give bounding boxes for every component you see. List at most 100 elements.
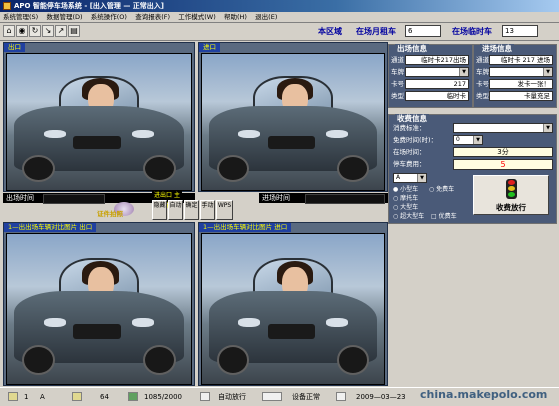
menu-data[interactable]: 数据管理(D) <box>43 12 85 23</box>
capture-label[interactable]: 证件拍照 <box>97 208 123 218</box>
entry-time-bar: 进场时间 <box>259 193 388 204</box>
car-photo <box>6 53 192 191</box>
toolbar: ⌂ ◉ ↻ ↘ ↗ ▤ 本区域 在场月租车 6 在场临时车 13 <box>0 23 559 41</box>
watermark: china.makepolo.com <box>420 388 548 401</box>
car-photo <box>201 233 385 385</box>
confirm-button[interactable]: 确定 <box>184 200 199 220</box>
fee-label: 停车费用： <box>393 160 426 168</box>
fee-standard-label: 消费标准： <box>393 124 426 132</box>
radio-dot-icon[interactable]: ○ <box>393 195 398 202</box>
exit-info-group: 出场信息 通道临时卡217出场 车牌 卡号217 类型临时卡 <box>388 44 473 108</box>
exit-time-value <box>43 194 105 204</box>
entry-info-title: 进场信息 <box>480 44 514 53</box>
status-slot: 1 <box>24 393 29 401</box>
status-bar: 1 A 64 1085/2000 自动放行 设备正常 2009—03—23 ch… <box>0 387 559 406</box>
enter-icon[interactable]: ↘ <box>42 25 54 37</box>
menu-reports[interactable]: 查询报表(F) <box>132 12 173 23</box>
camera-exit-top: 出口 <box>3 42 195 192</box>
vehicle-class-select[interactable]: A <box>393 173 427 183</box>
auto-button[interactable]: 自动 <box>168 200 183 220</box>
car-icon <box>128 392 138 401</box>
exit-plate-select[interactable] <box>405 67 469 77</box>
entry-time-value <box>305 194 385 204</box>
entry-info-group: 进场信息 通道临时卡 217 进场 车牌 卡号发卡一张！ 类型卡量充足 <box>473 44 557 108</box>
exit-channel-label: 通道 <box>391 56 404 64</box>
menu-system[interactable]: 系统管理(S) <box>0 12 41 23</box>
camera-entry-top: 进口 <box>198 42 388 192</box>
temp-label: 在场临时车 <box>452 27 492 36</box>
wps-button[interactable]: WPS <box>216 200 233 220</box>
release-button[interactable]: 收费放行 <box>473 175 549 215</box>
checkbox-discount[interactable]: 优费车 <box>439 213 457 220</box>
radio-dot-icon[interactable]: ○ <box>429 186 434 193</box>
camera-exit-bottom: 1—出出场车辆对比图片 出口 <box>3 222 195 386</box>
radio-motorcycle[interactable]: 摩托车 <box>400 195 418 202</box>
radio-dot-icon[interactable]: ● <box>393 186 398 193</box>
exit-icon[interactable]: ↗ <box>55 25 67 37</box>
free-time-label: 免费时间(时)： <box>393 136 438 144</box>
exit-info-title: 出场信息 <box>395 44 429 53</box>
entry-plate-select[interactable] <box>489 67 553 77</box>
card-icon <box>72 392 82 401</box>
traffic-light-icon <box>506 179 517 199</box>
fee-info-group: 收费信息 消费标准： 免费时间(时)： 0 在场时间： 3分 停车费用： 5 A ● … <box>388 114 557 224</box>
menu-work-mode[interactable]: 工作模式(W) <box>175 12 219 23</box>
duration-field: 3分 <box>453 147 553 157</box>
refresh-icon[interactable]: ↻ <box>29 25 41 37</box>
empty-area <box>390 224 555 384</box>
status-device: 设备正常 <box>292 393 320 401</box>
status-auto-release: 自动放行 <box>218 393 246 401</box>
user-icon <box>8 392 18 401</box>
app-icon <box>3 2 11 10</box>
hide-button[interactable]: 隐藏 <box>152 200 167 220</box>
menu-bar: 系统管理(S) 数据管理(D) 系统操作(O) 查询报表(F) 工作模式(W) … <box>0 12 559 23</box>
radio-free-car[interactable]: 免费车 <box>436 186 454 193</box>
car-icon[interactable]: ◉ <box>16 25 28 37</box>
report-icon[interactable]: ▤ <box>68 25 80 37</box>
entry-time-label: 进场时间 <box>262 194 290 202</box>
menu-exit[interactable]: 退出(E) <box>252 12 280 23</box>
radio-dot-icon[interactable]: ○ <box>393 204 398 211</box>
window-title: APO 智能停车场系统 - [出入管理 — 正常出入] <box>14 2 164 10</box>
exit-type-field: 临时卡 <box>405 91 469 101</box>
calendar-icon <box>336 392 346 401</box>
vehicle-type-radios: ● 小型车 ○ 免费车 ○ 摩托车 ○ 大型车 ○ 超大型车 □ 优费车 <box>393 185 473 221</box>
monthly-label: 在场月租车 <box>356 27 396 36</box>
entry-plate-label: 车牌 <box>476 68 489 76</box>
car-photo <box>6 233 192 385</box>
exit-plate-label: 车牌 <box>391 68 404 76</box>
menu-operation[interactable]: 系统操作(O) <box>88 12 130 23</box>
district-label: 本区域 <box>318 27 342 36</box>
exit-time-label: 出场时间 <box>6 194 34 202</box>
entry-channel-field: 临时卡 217 进场 <box>489 55 553 65</box>
entry-card-label: 卡号 <box>476 80 489 88</box>
fee-standard-select[interactable] <box>453 123 553 133</box>
entry-channel-label: 通道 <box>476 56 489 64</box>
radio-small-car[interactable]: 小型车 <box>400 186 418 193</box>
status-mode: A <box>40 393 45 401</box>
checkbox-icon[interactable]: □ <box>431 213 437 220</box>
home-icon[interactable]: ⌂ <box>3 25 15 37</box>
status-ratio: 1085/2000 <box>144 393 182 401</box>
camera-entry-bottom: 1—出出场车辆对比图片 进口 <box>198 222 388 386</box>
fee-amount-field: 5 <box>453 159 553 170</box>
radio-large-car[interactable]: 大型车 <box>400 204 418 211</box>
radio-dot-icon[interactable]: ○ <box>393 213 398 220</box>
free-time-select[interactable]: 0 <box>453 135 483 145</box>
window-title-bar: APO 智能停车场系统 - [出入管理 — 正常出入] <box>0 0 559 12</box>
entry-card-field: 发卡一张！ <box>489 79 553 89</box>
car-photo <box>201 53 385 191</box>
camera-entry-top-title: 进口 <box>199 43 220 52</box>
camera-entry-bottom-title: 1—出出场车辆对比图片 进口 <box>199 223 292 232</box>
duration-label: 在场时间： <box>393 148 426 156</box>
radio-extra-large[interactable]: 超大型车 <box>400 213 424 220</box>
release-button-label: 收费放行 <box>496 203 526 212</box>
exit-channel-field: 临时卡217出场 <box>405 55 469 65</box>
fee-info-title: 收费信息 <box>395 114 429 123</box>
exit-type-label: 类型 <box>391 92 404 100</box>
menu-help[interactable]: 帮助(H) <box>221 12 250 23</box>
entry-type-field: 卡量充足 <box>489 91 553 101</box>
device-icon <box>262 392 282 401</box>
manual-button[interactable]: 手动 <box>200 200 215 220</box>
monthly-count: 6 <box>405 25 441 37</box>
